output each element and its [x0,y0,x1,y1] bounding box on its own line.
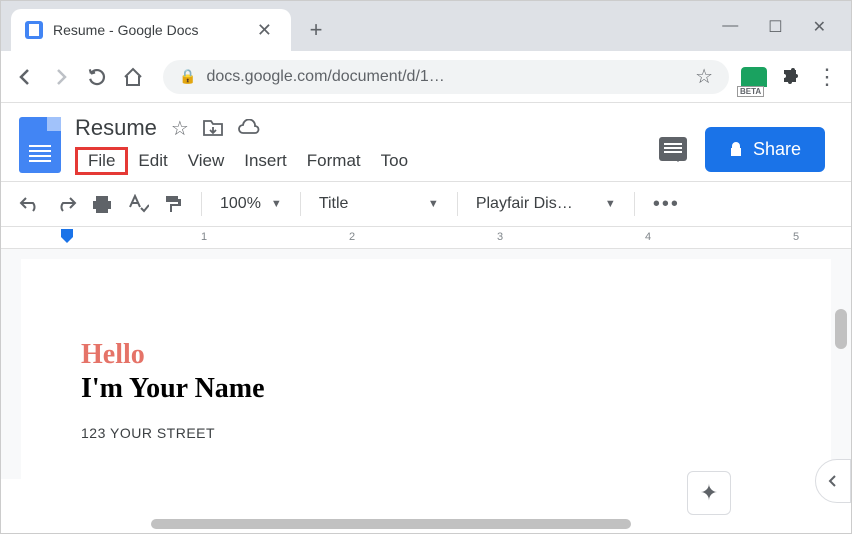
menu-format[interactable]: Format [297,147,371,175]
url-text: docs.google.com/document/d/1… [206,68,444,86]
comments-icon[interactable] [659,137,687,161]
docs-logo-icon[interactable] [19,117,61,173]
ruler-tick: 4 [645,231,651,243]
ruler-tick: 1 [201,231,207,243]
menu-tools[interactable]: Too [371,147,418,175]
document-page[interactable]: Hello I'm Your Name 123 YOUR STREET [21,259,831,479]
ruler[interactable]: 1 2 3 4 5 [1,227,851,249]
extension-beta-icon[interactable] [741,67,767,87]
ruler-tick: 5 [793,231,799,243]
separator [634,192,635,216]
cloud-status-icon[interactable] [237,119,261,137]
zoom-value: 100% [220,195,261,213]
document-area: Hello I'm Your Name 123 YOUR STREET [1,249,851,479]
menu-edit[interactable]: Edit [128,147,177,175]
new-tab-button[interactable]: + [301,15,331,45]
more-tools-icon[interactable]: ••• [653,193,680,216]
window-controls: — ☐ ✕ [722,17,851,51]
url-bar[interactable]: 🔒 docs.google.com/document/d/1… ☆ [163,60,729,94]
ruler-tick: 3 [497,231,503,243]
close-window-button[interactable]: ✕ [813,17,826,37]
style-value: Title [319,195,349,213]
lock-icon [729,141,743,157]
bookmark-star-icon[interactable]: ☆ [695,64,713,89]
doc-hello-text[interactable]: Hello [81,339,771,371]
ruler-tick: 2 [349,231,355,243]
minimize-button[interactable]: — [722,17,738,37]
browser-menu-icon[interactable]: ⋮ [815,65,839,89]
print-icon[interactable] [91,194,113,214]
lock-icon: 🔒 [179,68,196,85]
move-icon[interactable] [203,119,223,137]
undo-icon[interactable] [19,196,41,212]
home-button[interactable] [121,65,145,89]
spellcheck-icon[interactable] [127,194,149,214]
zoom-select[interactable]: 100% ▼ [220,195,282,213]
font-value: Playfair Dis… [476,195,573,213]
separator [457,192,458,216]
browser-tab[interactable]: Resume - Google Docs ✕ [11,9,291,51]
style-select[interactable]: Title ▼ [319,195,439,213]
browser-addressbar: 🔒 docs.google.com/document/d/1… ☆ ⋮ [1,51,851,103]
tab-title: Resume - Google Docs [53,22,242,38]
forward-button[interactable] [49,65,73,89]
chevron-down-icon: ▼ [428,198,439,210]
share-label: Share [753,139,801,160]
docs-favicon [25,21,43,39]
share-button[interactable]: Share [705,127,825,172]
separator [300,192,301,216]
toolbar: 100% ▼ Title ▼ Playfair Dis… ▼ ••• [1,181,851,227]
redo-icon[interactable] [55,196,77,212]
doc-address-text[interactable]: 123 YOUR STREET [81,425,771,441]
chevron-down-icon: ▼ [271,198,282,210]
font-select[interactable]: Playfair Dis… ▼ [476,195,616,213]
menu-insert[interactable]: Insert [234,147,297,175]
explore-button[interactable]: ✦ [687,471,731,515]
maximize-button[interactable]: ☐ [768,17,782,37]
reload-button[interactable] [85,65,109,89]
doc-name-text[interactable]: I'm Your Name [81,373,771,405]
separator [201,192,202,216]
close-tab-icon[interactable]: ✕ [252,20,277,41]
browser-titlebar: Resume - Google Docs ✕ + — ☐ ✕ [1,1,851,51]
back-button[interactable] [13,65,37,89]
document-title[interactable]: Resume [75,115,157,141]
menu-file[interactable]: File [75,147,128,175]
vertical-scrollbar[interactable] [835,309,847,349]
chevron-down-icon: ▼ [605,198,616,210]
side-panel-toggle[interactable] [815,459,851,503]
indent-marker[interactable] [61,229,73,249]
star-icon[interactable]: ☆ [171,116,189,141]
docs-header: Resume ☆ File Edit View Insert Format To… [1,103,851,175]
extensions-icon[interactable] [779,65,803,89]
horizontal-scrollbar[interactable] [151,519,631,529]
menu-view[interactable]: View [178,147,235,175]
paint-format-icon[interactable] [163,194,183,214]
menubar: File Edit View Insert Format Too [75,147,418,175]
